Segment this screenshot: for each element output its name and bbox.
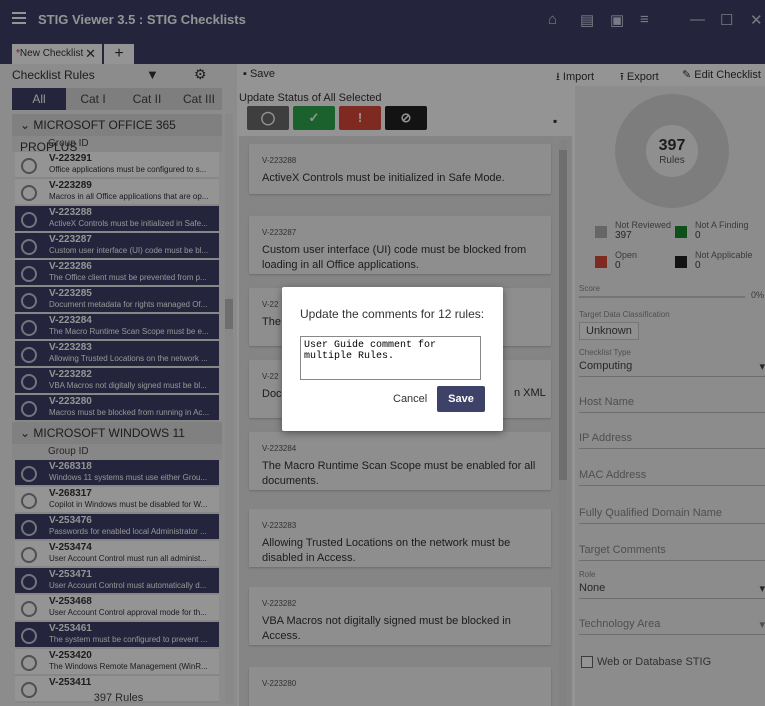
comment-textarea[interactable]: User Guide comment for multiple Rules. bbox=[300, 336, 481, 380]
save-dialog-button[interactable]: Save bbox=[437, 386, 485, 412]
dialog-title: Update the comments for 12 rules: bbox=[300, 307, 485, 321]
cancel-button[interactable]: Cancel bbox=[387, 392, 433, 406]
update-comments-dialog: Update the comments for 12 rules: User G… bbox=[282, 287, 503, 431]
